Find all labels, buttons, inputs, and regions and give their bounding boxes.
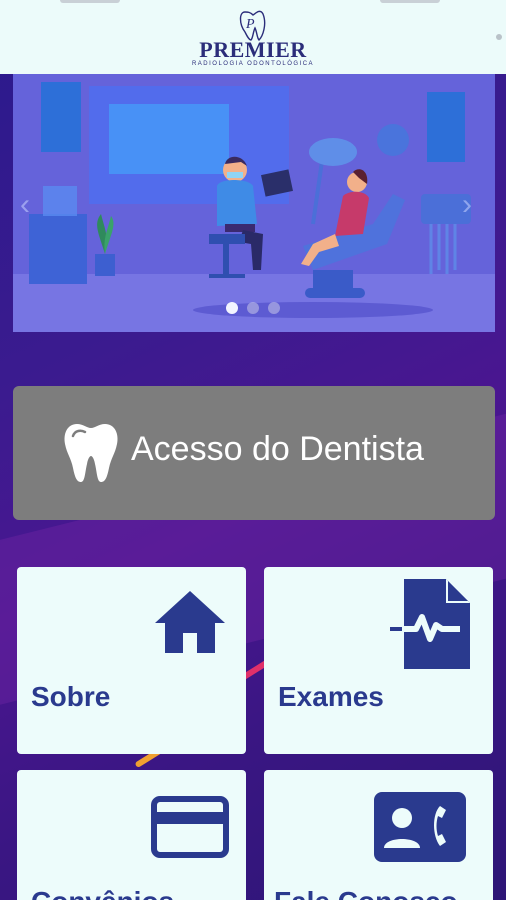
carousel-dot[interactable] xyxy=(226,302,238,314)
home-icon xyxy=(155,591,225,653)
dentist-access-button[interactable]: Acesso do Dentista xyxy=(13,386,495,520)
tile-label: Convênios xyxy=(31,886,174,900)
dentist-access-label: Acesso do Dentista xyxy=(131,430,424,468)
status-bar-stub xyxy=(380,0,440,3)
tile-sobre[interactable]: Sobre xyxy=(17,567,246,754)
tile-label: Exames xyxy=(278,681,384,712)
carousel-indicators xyxy=(226,302,280,314)
contact-phone-icon xyxy=(374,792,466,862)
credit-card-icon xyxy=(151,796,229,858)
carousel-prev-arrow[interactable]: ‹ xyxy=(20,188,30,222)
carousel-next-arrow[interactable]: › xyxy=(462,188,472,222)
app-header: P PREMIER RADIOLOGIA ODONTOLÓGICA xyxy=(0,0,506,74)
tile-label: Fale Conosco xyxy=(274,886,458,900)
carousel-dot[interactable] xyxy=(247,302,259,314)
tooth-icon xyxy=(64,424,118,482)
svg-text:P: P xyxy=(245,17,255,32)
tile-label: Sobre xyxy=(31,681,111,712)
tile-exames[interactable]: Exames xyxy=(264,567,493,754)
carousel-dot[interactable] xyxy=(268,302,280,314)
header-indicator-dot xyxy=(496,34,502,40)
banner-carousel[interactable] xyxy=(13,74,495,332)
brand-title: PREMIER xyxy=(199,37,307,62)
medical-report-icon xyxy=(390,579,470,669)
tile-fale-conosco[interactable]: Fale Conosco xyxy=(264,770,493,900)
tile-convenios[interactable]: Convênios xyxy=(17,770,246,900)
brand-subtitle: RADIOLOGIA ODONTOLÓGICA xyxy=(191,61,315,67)
dental-office-illustration xyxy=(13,74,495,332)
status-bar-stub xyxy=(60,0,120,3)
